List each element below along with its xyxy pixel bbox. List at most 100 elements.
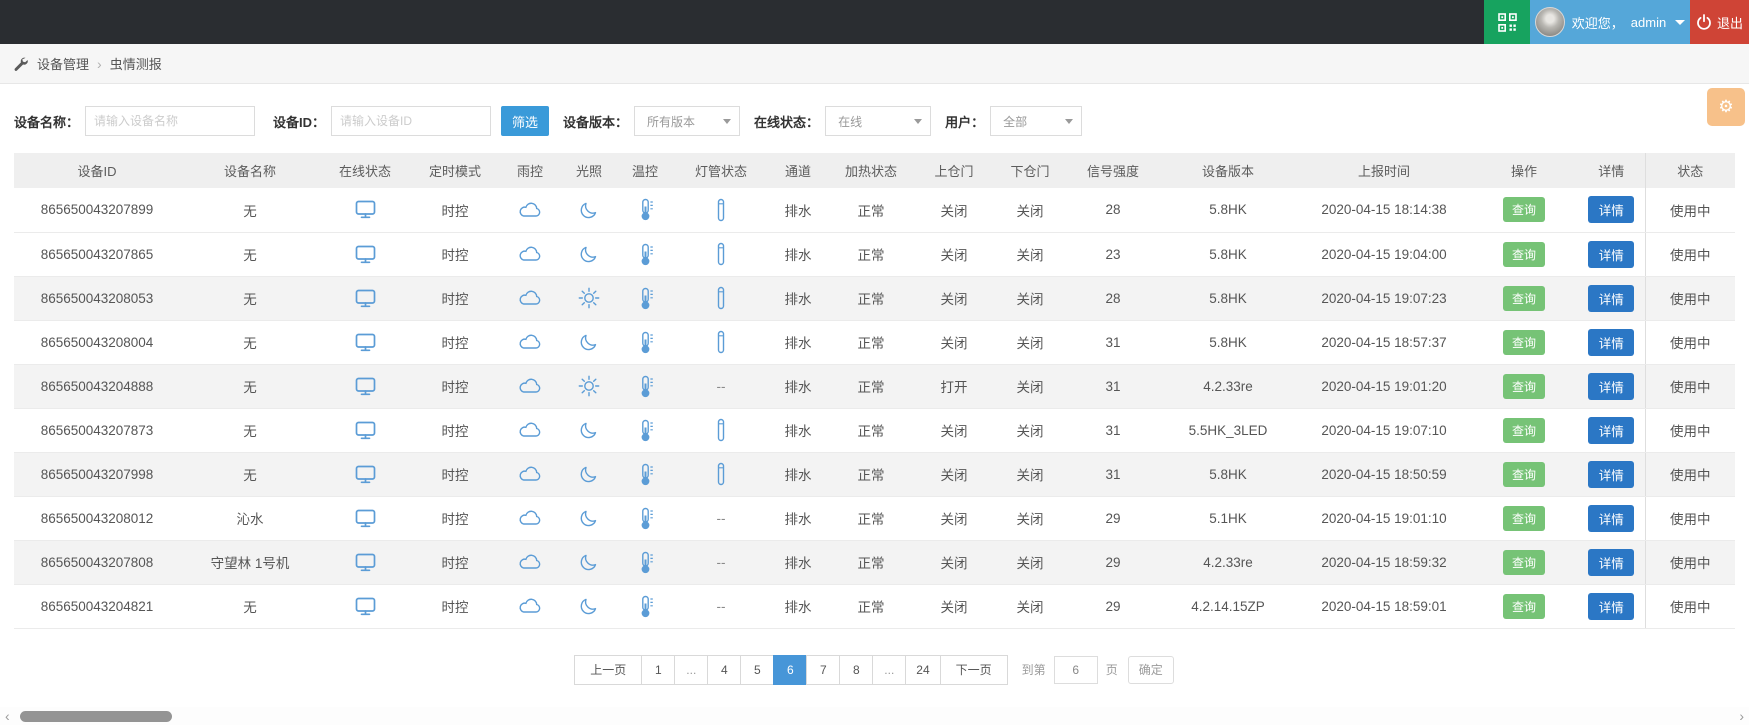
pagination-next[interactable]: 下一页 — [939, 654, 1008, 685]
scroll-right-arrow-icon[interactable]: › — [1739, 709, 1744, 723]
query-button[interactable]: 查询 — [1503, 241, 1545, 267]
query-button[interactable]: 查询 — [1503, 329, 1545, 355]
query-button[interactable]: 查询 — [1503, 549, 1545, 575]
col-online-status: 在线状态 — [320, 153, 410, 188]
detail-button[interactable]: 详情 — [1588, 460, 1635, 488]
device-version-cell: 5.1HK — [1158, 496, 1298, 541]
settings-fab-button[interactable]: ⚙ — [1707, 88, 1745, 126]
pagination-page[interactable]: 1 — [641, 654, 676, 685]
device-name-cell: 无 — [180, 584, 320, 629]
timer-mode-cell: 时控 — [410, 452, 500, 497]
lower-door-cell: 关闭 — [992, 496, 1068, 541]
qr-code-icon — [1497, 12, 1517, 32]
upper-door-cell: 关闭 — [916, 452, 992, 497]
table-body: 865650043207899 无 时控 排水 正常 关闭 关闭 28 5.8H… — [14, 188, 1735, 629]
detail-button[interactable]: 详情 — [1588, 196, 1635, 224]
filter-button[interactable]: 筛选 — [501, 106, 550, 136]
logout-button[interactable]: 退出 — [1690, 0, 1749, 44]
pagination-page[interactable]: 7 — [806, 654, 841, 685]
pagination-pages: 1... 4 5 6 7 8... 24 — [641, 654, 941, 685]
moon-icon — [580, 510, 597, 527]
device-version-value: 所有版本 — [647, 114, 696, 129]
pagination-page[interactable]: 5 — [740, 654, 775, 685]
device-version-cell: 4.2.14.15ZP — [1158, 584, 1298, 629]
device-id-cell: 865650043207865 — [14, 232, 180, 277]
qr-code-button[interactable] — [1484, 0, 1530, 44]
query-button[interactable]: 查询 — [1503, 461, 1545, 487]
table-row: 865650043204821 无 时控 -- 排水 正常 关闭 关闭 29 4… — [14, 584, 1735, 629]
status-cell: 使用中 — [1644, 452, 1735, 497]
temp-control-cell — [618, 540, 672, 585]
signal-strength-cell: 28 — [1068, 188, 1158, 233]
scroll-left-arrow-icon[interactable]: ‹ — [5, 709, 10, 723]
pagination-page[interactable]: 6 — [773, 654, 808, 685]
query-button[interactable]: 查询 — [1503, 285, 1545, 311]
power-icon — [1697, 14, 1711, 30]
goto-page-input[interactable] — [1053, 655, 1098, 684]
col-rain-control: 雨控 — [500, 153, 560, 188]
thermometer-icon — [641, 199, 653, 221]
operation-cell: 查询 — [1470, 276, 1578, 321]
detail-button[interactable]: 详情 — [1588, 504, 1635, 532]
detail-button[interactable]: 详情 — [1588, 328, 1635, 356]
pagination-prev[interactable]: 上一页 — [574, 654, 643, 685]
goto-confirm-button[interactable]: 确定 — [1127, 655, 1174, 684]
pagination-page[interactable]: 4 — [707, 654, 742, 685]
rain-control-cell — [500, 320, 560, 365]
light-cell — [560, 188, 618, 233]
pagination-page[interactable]: 8 — [839, 654, 874, 685]
cloud-icon — [519, 510, 541, 525]
device-table: 设备ID 设备名称 在线状态 定时模式 雨控 光照 温控 灯管状态 通道 加热状… — [14, 153, 1735, 629]
device-id-cell: 865650043208012 — [14, 496, 180, 541]
lamp-status-cell — [672, 452, 770, 497]
query-button[interactable]: 查询 — [1503, 505, 1545, 531]
rain-control-cell — [500, 540, 560, 585]
breadcrumb-item-pest-report: 虫情测报 — [109, 57, 162, 72]
pagination-page[interactable]: 24 — [905, 654, 941, 685]
scrollbar-thumb[interactable] — [20, 711, 172, 722]
detail-button[interactable]: 详情 — [1588, 416, 1635, 444]
query-button[interactable]: 查询 — [1503, 593, 1545, 619]
tube-icon — [717, 242, 725, 266]
timer-mode-cell: 时控 — [410, 232, 500, 277]
heat-status-cell: 正常 — [826, 320, 916, 365]
detail-cell: 详情 — [1578, 540, 1645, 585]
device-name-cell: 无 — [180, 276, 320, 321]
monitor-icon — [355, 421, 375, 439]
user-menu[interactable]: 欢迎您， admin — [1530, 0, 1690, 44]
detail-cell: 详情 — [1578, 584, 1645, 629]
user-filter-select[interactable]: 全部 — [990, 106, 1083, 136]
breadcrumb-item-device-management[interactable]: 设备管理 — [37, 54, 89, 73]
online-status-select[interactable]: 在线 — [825, 106, 932, 136]
col-timer-mode: 定时模式 — [410, 153, 500, 188]
operation-cell: 查询 — [1470, 540, 1578, 585]
device-id-input[interactable] — [331, 106, 492, 136]
device-name-input[interactable] — [85, 106, 256, 136]
query-button[interactable]: 查询 — [1503, 373, 1545, 399]
detail-button[interactable]: 详情 — [1588, 548, 1635, 576]
tube-icon — [717, 462, 725, 486]
detail-button[interactable]: 详情 — [1588, 240, 1635, 268]
device-version-cell: 5.8HK — [1158, 320, 1298, 365]
cloud-icon — [519, 334, 541, 349]
operation-cell: 查询 — [1470, 364, 1578, 409]
detail-button[interactable]: 详情 — [1588, 592, 1635, 620]
rain-control-cell — [500, 188, 560, 233]
table-row: 865650043207865 无 时控 排水 正常 关闭 关闭 23 5.8H… — [14, 232, 1735, 277]
light-cell — [560, 364, 618, 409]
rain-control-cell — [500, 276, 560, 321]
detail-cell: 详情 — [1578, 408, 1645, 453]
username: admin — [1630, 14, 1667, 30]
device-id-cell: 865650043204821 — [14, 584, 180, 629]
online-status-cell — [320, 408, 410, 453]
detail-button[interactable]: 详情 — [1588, 284, 1635, 312]
table-row: 865650043204888 无 时控 -- 排水 正常 打开 关闭 31 4… — [14, 364, 1735, 409]
query-button[interactable]: 查询 — [1503, 197, 1545, 223]
horizontal-scrollbar: ‹ › — [0, 707, 1749, 725]
detail-button[interactable]: 详情 — [1588, 372, 1635, 400]
query-button[interactable]: 查询 — [1503, 417, 1545, 443]
device-version-select[interactable]: 所有版本 — [634, 106, 741, 136]
signal-strength-cell: 31 — [1068, 408, 1158, 453]
lamp-status-dash: -- — [716, 510, 726, 526]
lamp-status-cell — [672, 408, 770, 453]
